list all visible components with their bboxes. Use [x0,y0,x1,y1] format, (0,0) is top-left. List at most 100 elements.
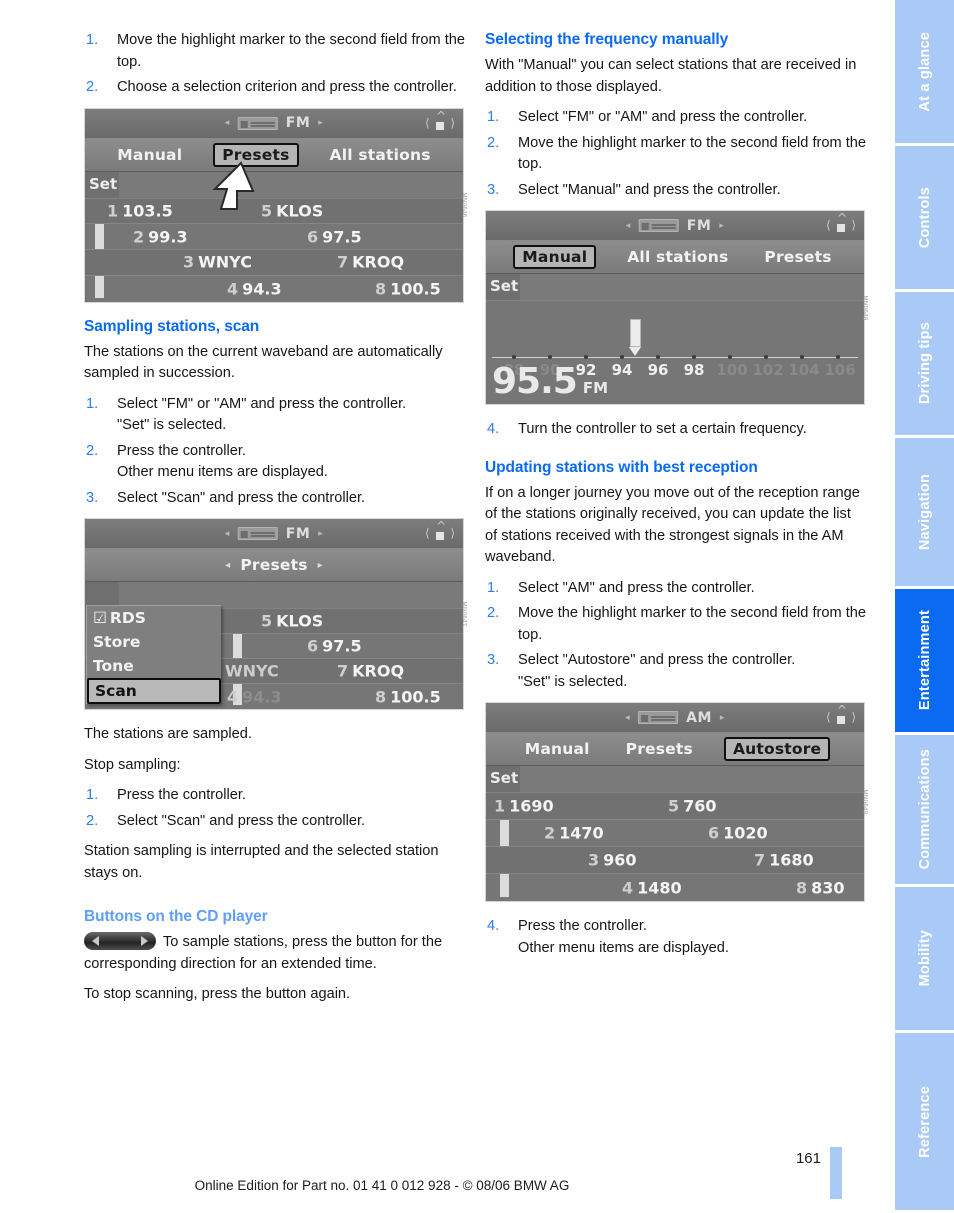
step-item: 4. Turn the controller to set a certain … [485,419,867,441]
step-item: 1. Select "FM" or "AM" and press the con… [485,107,867,129]
sidebar-item-navigation[interactable]: Navigation [895,438,954,589]
sidebar-item-driving-tips[interactable]: Driving tips [895,292,954,438]
step-number: 2. [86,442,99,459]
current-frequency-value: 95.5 [492,361,578,403]
preset-value: 1690 [509,796,554,816]
steps-manual: 1. Select "FM" or "AM" and press the con… [485,107,867,201]
step-text: Select "Scan" and press the controller. [117,812,366,829]
sidebar-item-label: Communications [916,749,933,870]
band-selector: ◂ AM ▸ [625,710,725,726]
sidebar-item-controls[interactable]: Controls [895,146,954,292]
frequency-scale-panel[interactable]: 88 90 92 94 96 98 100 102 104 106 95.5 FM [486,301,864,405]
step-number: 1. [487,579,500,596]
preset-row[interactable]: 1 1690 5 760 [486,793,864,821]
figure-idrive-autostore: ◂ AM ▸ ⟨ ⟩ ^ Manual Presets Autostore Se… [485,702,867,903]
footer-copyright: Online Edition for Part no. 01 41 0 012 … [194,1178,570,1193]
paragraph-cd-button: To sample stations, press the button for… [84,932,466,975]
step-item: 2. Move the highlight marker to the seco… [485,603,867,646]
menu-item-all-stations[interactable]: All stations [325,145,436,165]
step-number: 4. [487,918,500,935]
idrive-status-bar: ◂ FM ▸ ⟨ ⟩ ^ [85,519,463,550]
menu-item-manual[interactable]: Manual [513,245,597,270]
idrive-status-bar: ◂ AM ▸ ⟨ ⟩ ^ [486,703,864,734]
step-text: Move the highlight marker to the second … [117,32,465,70]
step-item: 2. Press the controller. Other menu item… [84,441,466,484]
sidebar-item-communications[interactable]: Communications [895,735,954,887]
step-subtext: "Set" is selected. [518,673,628,690]
popup-item-tone[interactable]: Tone [87,654,221,678]
step-item: 1. Select "FM" or "AM" and press the con… [84,394,466,437]
preset-index: 6 [307,636,319,656]
preset-index: 8 [375,279,387,299]
idrive-menu-bar: Manual Presets Autostore [486,733,864,767]
idrive-set-row: Set [85,171,463,199]
tuning-needle[interactable] [629,319,641,357]
radio-icon [638,711,679,725]
menu-item-presets[interactable]: Presets [621,739,698,759]
step-subtext: Other menu items are displayed. [117,464,328,481]
preset-index: 3 [183,252,195,272]
sidebar-item-mobility[interactable]: Mobility [895,887,954,1033]
step-number: 3. [86,489,99,506]
step-text: Select "Scan" and press the controller. [117,489,366,506]
preset-row[interactable]: 3 WNYC 7 KROQ [85,250,463,276]
home-nav-icon: ⟨ ⟩ ^ [425,519,455,541]
menu-item-presets[interactable]: Presets [213,142,299,167]
step-text: Select "Manual" and press the controller… [518,181,781,198]
preset-index: 5 [261,201,273,221]
paragraph-manual: With "Manual" you can select stations th… [485,57,857,95]
preset-row[interactable]: 2 1470 6 1020 [486,820,864,848]
popup-item-store[interactable]: Store [87,630,221,654]
menu-item-manual[interactable]: Manual [520,739,595,759]
step-item: 3. Select "Scan" and press the controlle… [84,488,466,510]
preset-row[interactable]: 3 960 7 1680 [486,847,864,875]
preset-row[interactable]: 4 1480 8 830 [486,874,864,901]
menu-item-presets[interactable]: Presets [759,247,836,267]
preset-index: 7 [337,252,349,272]
sidebar-item-entertainment[interactable]: Entertainment [895,589,954,735]
preset-row[interactable]: 2 99.3 6 97.5 [85,224,463,250]
step-item: 1. Press the controller. [84,785,466,807]
preset-value: KROQ [352,252,405,272]
step-text: Move the highlight marker to the second … [518,134,866,173]
sidebar-item-label: Navigation [916,473,933,551]
preset-value: 1470 [559,823,604,843]
home-nav-icon: ⟨ ⟩ ^ [425,108,455,130]
menu-item-manual[interactable]: Manual [112,145,187,165]
step-number: 4. [487,421,500,438]
preset-value: 1480 [637,878,682,898]
arrow-right-icon: ▸ [318,118,324,128]
menu-item-autostore[interactable]: Autostore [723,737,831,762]
home-nav-icon: ⟨ ⟩ ^ [826,703,856,725]
checkbox-icon[interactable]: ☑ [93,606,107,630]
step-number: 3. [487,652,500,669]
preset-value: WNYC [225,661,279,681]
preset-value: KROQ [352,661,405,681]
step-item: 2. Select "Scan" and press the controlle… [84,811,466,833]
sidebar-item-label: Controls [916,186,933,249]
preset-index: 4 [227,279,239,299]
preset-index: 7 [754,850,766,870]
preset-row[interactable]: 1 103.5 5 KLOS [85,198,463,225]
popup-item-rds[interactable]: ☑ RDS [87,606,221,630]
cd-rocker-button-icon[interactable] [84,932,156,951]
arrow-left-icon: ◂ [225,559,231,571]
sidebar-item-at-a-glance[interactable]: At a glance [895,0,954,146]
popup-item-scan[interactable]: Scan [87,678,221,705]
preset-index: 3 [588,850,600,870]
step-subtext: "Set" is selected. [117,417,227,434]
preset-index: 2 [544,823,556,843]
preset-index: 4 [622,878,634,898]
scale-label: 94 [611,361,633,380]
menu-item-all-stations[interactable]: All stations [622,247,733,267]
steps-stop: 1. Press the controller. 2. Select "Scan… [84,785,466,832]
preset-list: 1 1690 5 760 2 1470 6 1020 3 960 7 1680 4 1480 … [486,793,864,902]
paragraph-stations-sampled: The stations are sampled. [84,726,252,743]
scale-label: 96 [647,361,669,380]
band-label: FM [686,217,712,234]
scale-label: 102 [752,361,784,380]
steps-update-4: 4. Press the controller. Other menu item… [485,916,867,959]
preset-row[interactable]: 4 94.3 8 100.5 [85,276,463,302]
menu-item-label: Presets [240,556,308,575]
menu-item-presets[interactable]: ◂ Presets ▸ [220,555,328,575]
